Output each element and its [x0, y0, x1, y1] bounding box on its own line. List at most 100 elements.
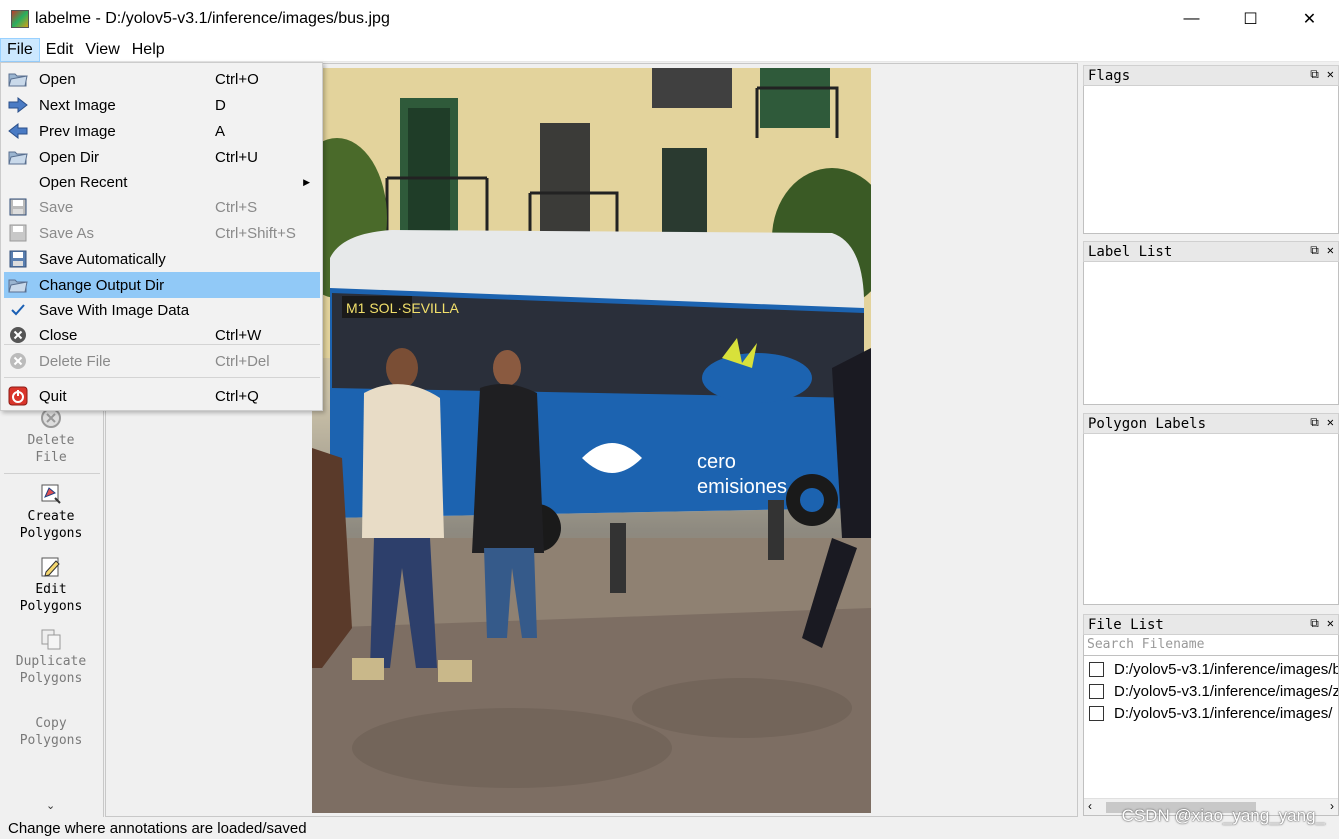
- file-path: D:/yolov5-v3.1/inference/images/: [1114, 704, 1333, 722]
- file-menu-item-shortcut: Ctrl+S: [215, 198, 258, 216]
- minimize-button[interactable]: —: [1162, 0, 1221, 38]
- menu-view[interactable]: View: [79, 38, 125, 62]
- file-path: D:/yolov5-v3.1/inference/images/zidane.j…: [1114, 682, 1338, 700]
- menu-bar: File Edit View Help: [0, 37, 1339, 62]
- file-list-dock-header: File List ⧉ ✕: [1083, 614, 1339, 635]
- toolbar-create-polygons-label: Create Polygons: [19, 509, 83, 541]
- file-menu-item-save-with-image-data[interactable]: Save With Image Data: [4, 297, 320, 323]
- file-menu-item-shortcut: Ctrl+W: [215, 326, 262, 344]
- menu-separator: [4, 344, 320, 345]
- bus-photo-illustration: M1 SOL·SEVILLA cero emisiones: [312, 68, 871, 813]
- submenu-arrow-icon: ▶: [303, 176, 310, 187]
- polygon-labels-dock-title: Polygon Labels: [1088, 415, 1207, 432]
- file-menu-item-label: Save Automatically: [39, 250, 166, 268]
- toolbar-copy-polygons-button[interactable]: Copy Polygons: [0, 715, 102, 749]
- polygon-labels-dock-buttons: ⧉ ✕: [1310, 415, 1334, 430]
- menu-help[interactable]: Help: [126, 38, 171, 62]
- duplicate-icon: [41, 629, 61, 650]
- file-menu-item-shortcut: A: [215, 122, 226, 140]
- file-menu-item-prev-image[interactable]: Prev Image A: [4, 118, 320, 144]
- float-icon[interactable]: ⧉: [1310, 67, 1319, 82]
- toolbar-separator: [4, 473, 100, 474]
- file-path: D:/yolov5-v3.1/inference/images/bus.jpg: [1114, 660, 1338, 678]
- file-menu-item-shortcut: Ctrl+Del: [215, 352, 270, 370]
- file-menu-item-label: Save As: [39, 224, 95, 242]
- window-controls: — ☐ ✕: [1162, 0, 1339, 38]
- file-menu-item-open[interactable]: Open Ctrl+O: [4, 66, 320, 92]
- toolbar-create-polygons-button[interactable]: Create Polygons: [0, 483, 102, 542]
- arrow-left-icon: [8, 121, 28, 141]
- close-icon[interactable]: ✕: [1327, 67, 1334, 82]
- scroll-left-icon[interactable]: ‹: [1088, 799, 1092, 813]
- file-menu-item-shortcut: Ctrl+O: [215, 70, 259, 88]
- file-list-dock: File List ⧉ ✕ Search Filename D:/yolov5-…: [1083, 614, 1339, 816]
- power-icon: [8, 386, 28, 406]
- float-icon[interactable]: ⧉: [1310, 616, 1319, 631]
- file-menu-item-save-automatically[interactable]: Save Automatically: [4, 246, 320, 272]
- label-list-dock-buttons: ⧉ ✕: [1310, 243, 1334, 258]
- flags-dock-header: Flags ⧉ ✕: [1083, 65, 1339, 86]
- file-menu-item-label: Prev Image: [39, 122, 116, 140]
- folder-open-icon: [8, 275, 28, 295]
- close-icon[interactable]: ✕: [1327, 415, 1334, 430]
- search-filename-input[interactable]: Search Filename: [1083, 635, 1339, 656]
- label-list[interactable]: [1083, 262, 1339, 405]
- svg-text:emisiones: emisiones: [697, 476, 787, 498]
- float-icon[interactable]: ⧉: [1310, 243, 1319, 258]
- title-bar: labelme - D:/yolov5-v3.1/inference/image…: [0, 0, 1339, 38]
- close-window-button[interactable]: ✕: [1280, 0, 1339, 38]
- toolbar-edit-polygons-button[interactable]: Edit Polygons: [0, 556, 102, 615]
- file-menu-item-label: Close: [39, 326, 78, 344]
- file-menu-item-label: Delete File: [39, 352, 111, 370]
- close-icon[interactable]: ✕: [1327, 243, 1334, 258]
- file-menu-item-shortcut: D: [215, 96, 226, 114]
- file-list-dock-title: File List: [1088, 616, 1164, 633]
- file-menu-item-open-recent[interactable]: Open Recent ▶: [4, 169, 320, 195]
- bus-photo: M1 SOL·SEVILLA cero emisiones: [312, 68, 871, 813]
- flags-list[interactable]: [1083, 86, 1339, 234]
- file-menu-item-shortcut: Ctrl+Shift+S: [215, 224, 296, 242]
- file-menu-item-label: Open Dir: [39, 148, 100, 166]
- polygon-labels-list[interactable]: [1083, 434, 1339, 605]
- file-checkbox[interactable]: [1089, 705, 1104, 721]
- arrow-right-icon: [8, 95, 28, 115]
- file-menu-item-open-dir[interactable]: Open Dir Ctrl+U: [4, 144, 320, 170]
- file-menu-item-next-image[interactable]: Next Image D: [4, 92, 320, 118]
- file-checkbox[interactable]: [1089, 683, 1104, 699]
- file-list-item[interactable]: D:/yolov5-v3.1/inference/images/zidane.j…: [1088, 680, 1338, 702]
- toolbar-delete-file-button[interactable]: Delete File: [0, 407, 102, 466]
- maximize-button[interactable]: ☐: [1221, 0, 1280, 38]
- toolbar-duplicate-polygons-label: Duplicate Polygons: [15, 654, 87, 686]
- file-menu-item-label: Save With Image Data: [39, 301, 190, 319]
- menu-file[interactable]: File: [0, 37, 40, 62]
- file-menu-item-quit[interactable]: Quit Ctrl+Q: [4, 383, 320, 409]
- file-menu-item-save[interactable]: Save Ctrl+S: [4, 194, 320, 220]
- file-list[interactable]: D:/yolov5-v3.1/inference/images/bus.jpg …: [1083, 656, 1339, 816]
- file-checkbox[interactable]: [1089, 661, 1104, 677]
- save-icon: [8, 197, 28, 217]
- menu-edit[interactable]: Edit: [40, 38, 80, 62]
- create-polygon-icon: [41, 484, 61, 504]
- polygon-labels-dock: Polygon Labels ⧉ ✕: [1083, 413, 1339, 605]
- scroll-right-icon[interactable]: ›: [1330, 799, 1334, 813]
- file-list-item[interactable]: D:/yolov5-v3.1/inference/images/: [1088, 702, 1338, 724]
- file-menu-item-change-output-dir[interactable]: Change Output Dir: [4, 272, 320, 298]
- close-icon[interactable]: ✕: [1327, 616, 1334, 631]
- file-menu-item-label: Open: [39, 70, 76, 88]
- file-list-item[interactable]: D:/yolov5-v3.1/inference/images/bus.jpg: [1088, 658, 1338, 680]
- toolbar-more-chevron-icon[interactable]: ⌄: [46, 799, 55, 812]
- window-title: labelme - D:/yolov5-v3.1/inference/image…: [35, 10, 390, 27]
- float-icon[interactable]: ⧉: [1310, 415, 1319, 430]
- file-menu-item-label: Open Recent: [39, 173, 128, 191]
- save-icon: [8, 249, 28, 269]
- file-menu-item-delete-file[interactable]: Delete File Ctrl+Del: [4, 348, 320, 374]
- file-menu-item-save-as[interactable]: Save As Ctrl+Shift+S: [4, 220, 320, 246]
- toolbar-duplicate-polygons-button[interactable]: Duplicate Polygons: [0, 628, 102, 687]
- save-as-icon: [8, 223, 28, 243]
- svg-text:cero: cero: [697, 451, 736, 473]
- menu-separator: [4, 377, 320, 378]
- csdn-watermark: CSDN @xiao_yang_yang_: [1121, 806, 1325, 825]
- file-menu-item-label: Save: [39, 198, 74, 216]
- labelme-app-icon: [11, 10, 29, 28]
- file-menu-item-label: Quit: [39, 387, 67, 405]
